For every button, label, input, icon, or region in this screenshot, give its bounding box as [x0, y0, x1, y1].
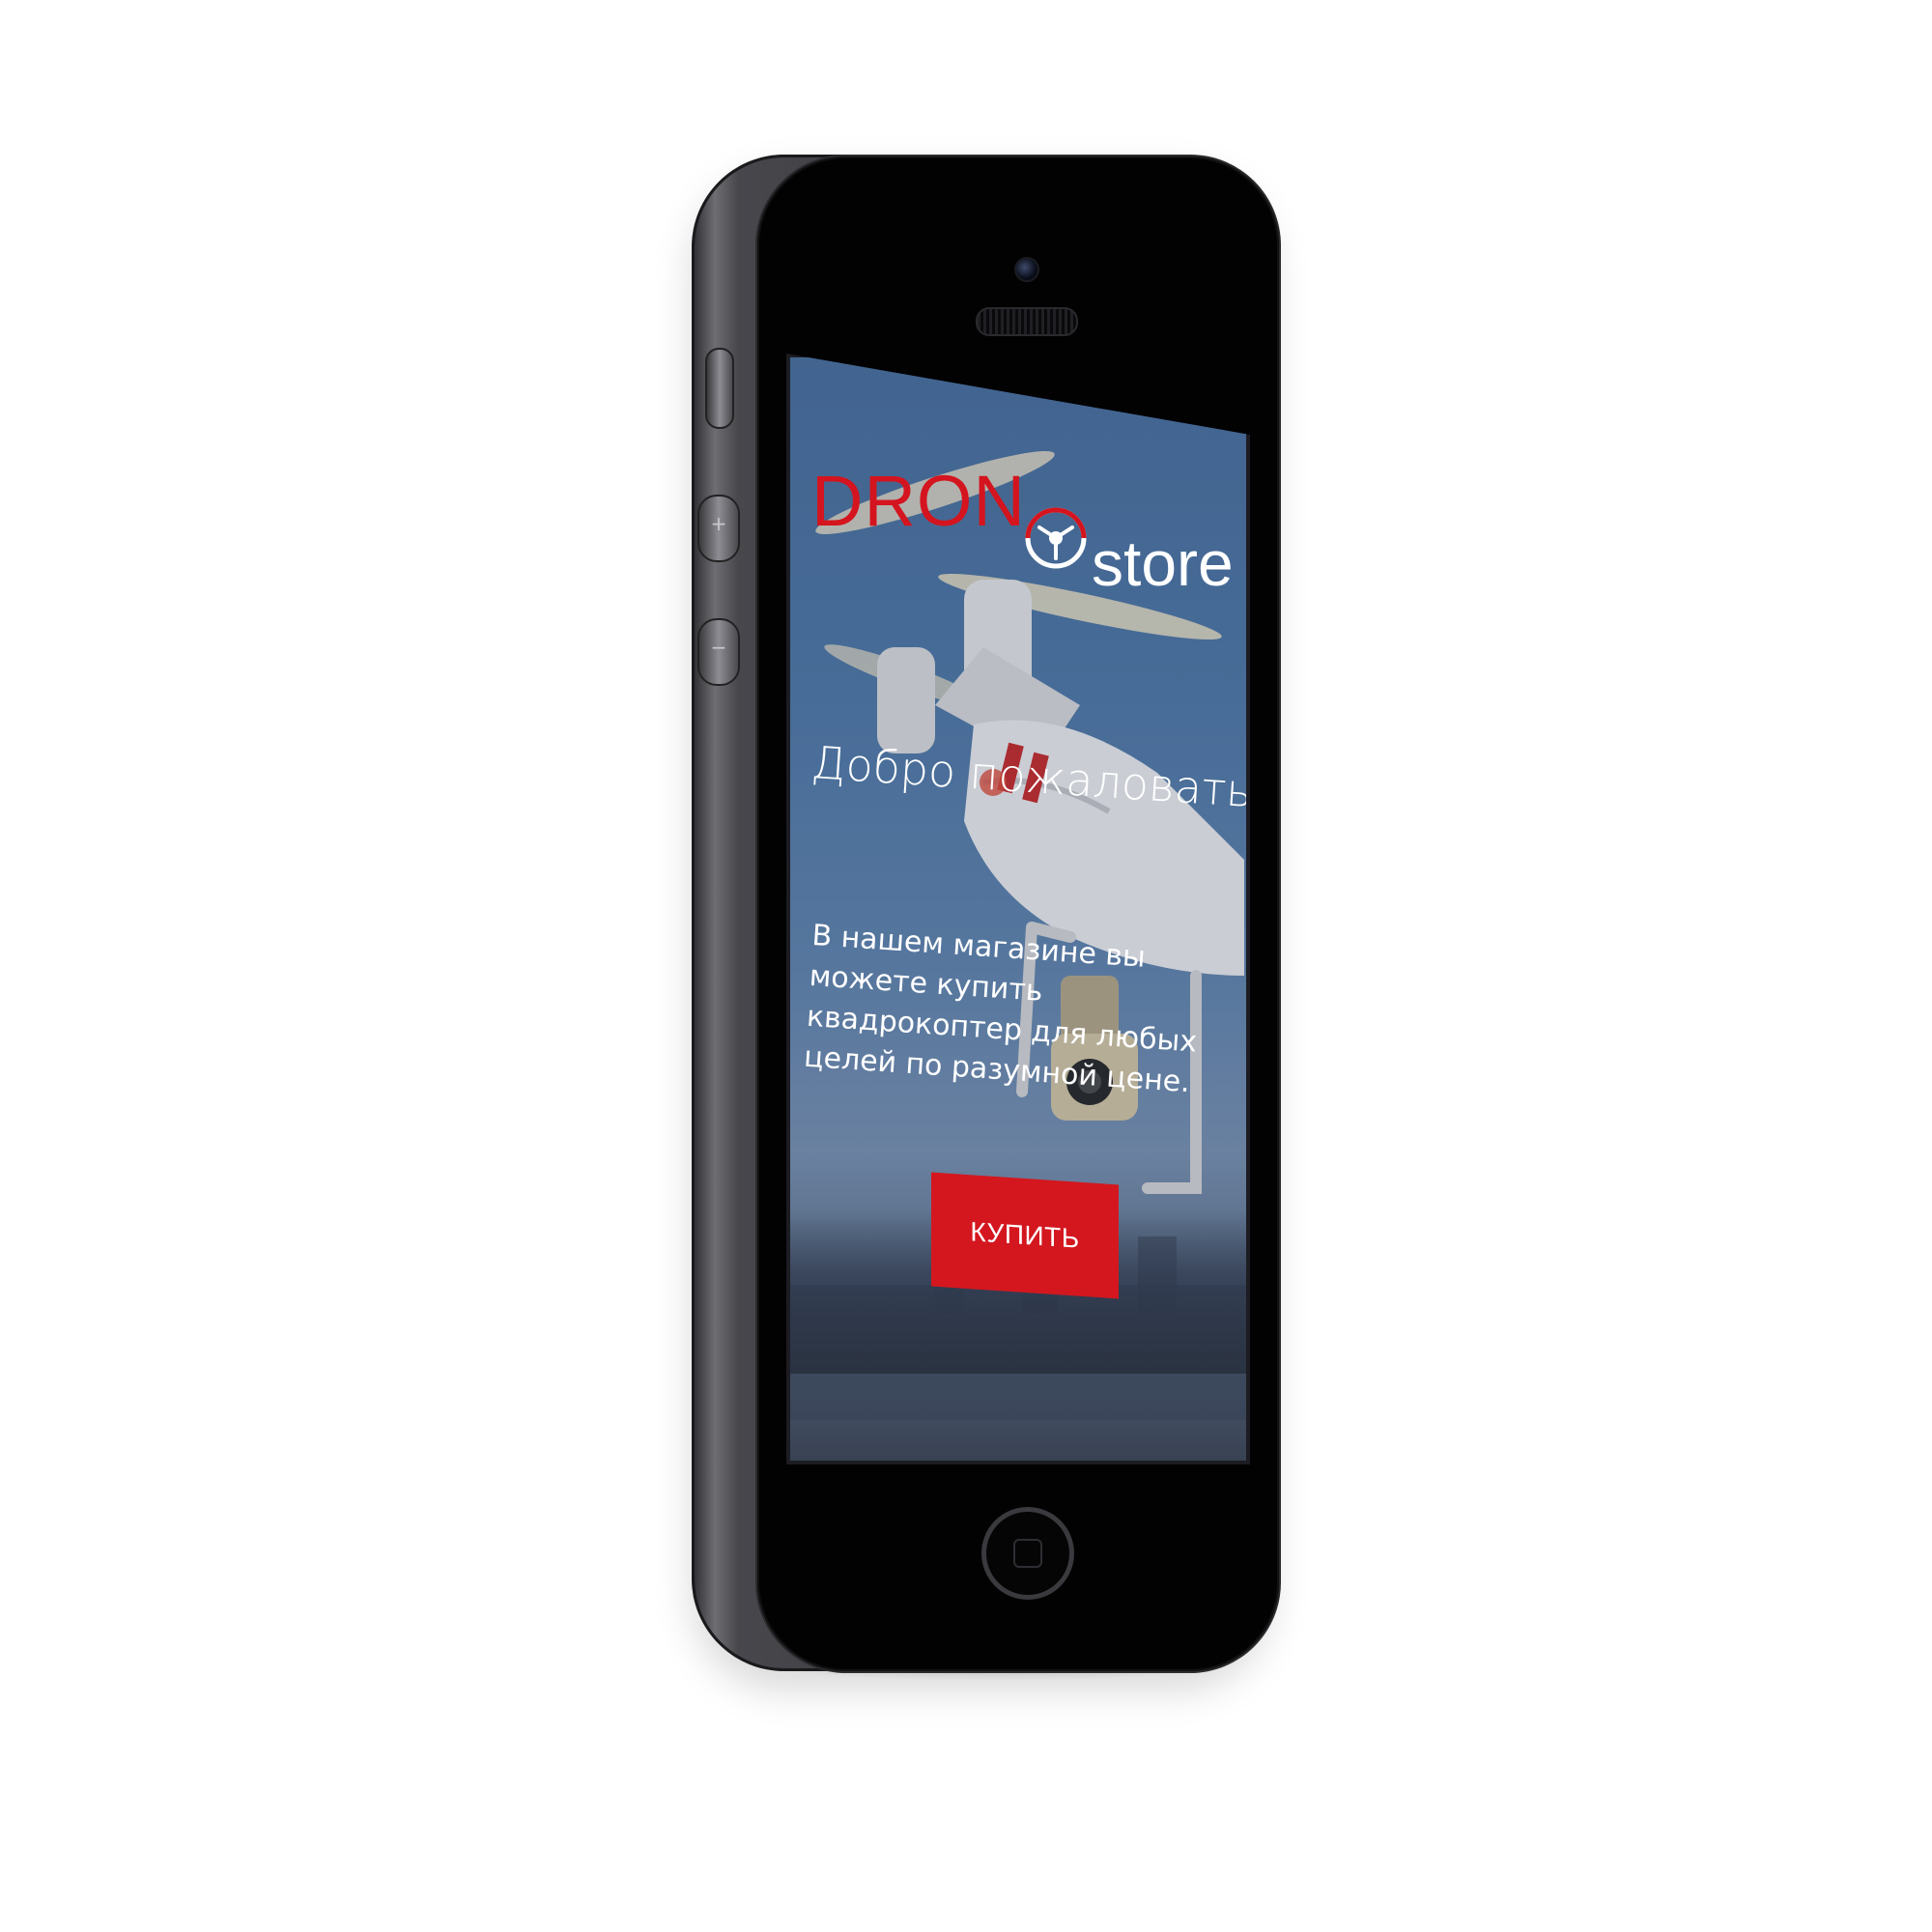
logo-text-store: store	[1092, 527, 1234, 599]
logo-text-dron: DRON	[811, 461, 1026, 541]
volume-down-button[interactable]: −	[697, 618, 740, 686]
store-description: В нашем магазине вы можете купить квадро…	[803, 918, 1199, 1100]
speaker-grille-icon	[976, 307, 1078, 336]
buy-button[interactable]: КУПИТЬ	[931, 1172, 1119, 1299]
minus-icon: −	[710, 636, 727, 659]
home-button-icon[interactable]	[981, 1507, 1074, 1600]
drone-logo-icon	[1025, 507, 1087, 569]
volume-up-button[interactable]: +	[697, 495, 740, 562]
plus-icon: +	[710, 512, 727, 535]
home-square-icon	[1013, 1539, 1042, 1568]
dronostore-logo[interactable]: DRON store	[811, 466, 1236, 611]
mute-switch[interactable]	[705, 348, 734, 429]
mockup-stage: + − DRON store Добро пожаловать! В нашем…	[0, 0, 1932, 1932]
camera-icon	[1014, 257, 1039, 282]
phone-screen: DRON store Добро пожаловать! В нашем маг…	[786, 354, 1250, 1464]
